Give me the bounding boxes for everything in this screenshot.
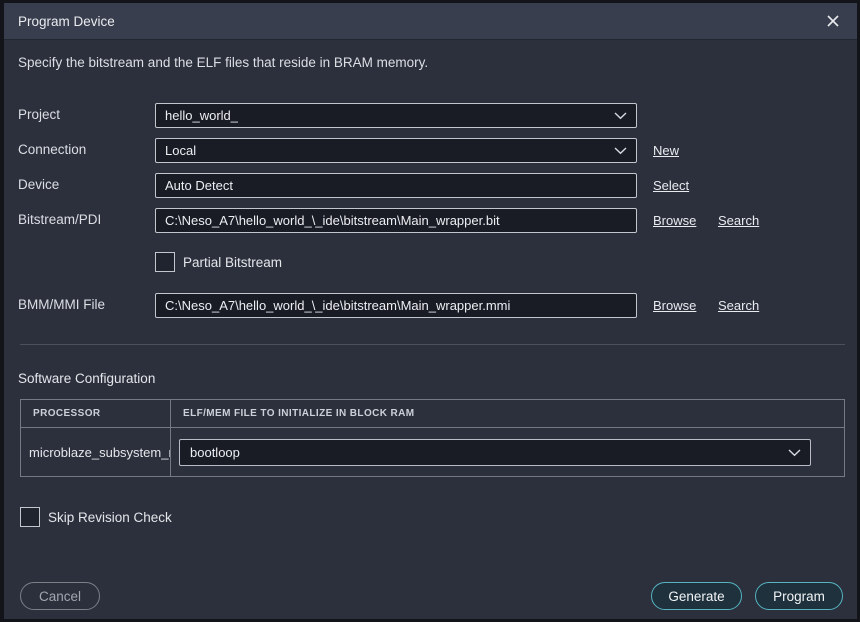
program-device-dialog-screen: Program Device Specify the bitstream and… (0, 0, 860, 622)
chevron-down-icon (614, 147, 627, 155)
connection-value: Local (165, 143, 196, 158)
table-header-row: PROCESSOR ELF/MEM FILE TO INITIALIZE IN … (21, 400, 845, 428)
device-label: Device (18, 177, 59, 192)
close-icon (827, 15, 839, 27)
bitstream-label: Bitstream/PDI (18, 212, 101, 227)
dialog-description: Specify the bitstream and the ELF files … (18, 55, 428, 70)
software-configuration-title: Software Configuration (18, 371, 155, 386)
skip-revision-check-checkbox[interactable] (20, 507, 40, 527)
bmm-search-link[interactable]: Search (718, 298, 759, 313)
partial-bitstream-label: Partial Bitstream (183, 255, 282, 270)
bitstream-browse-link[interactable]: Browse (653, 213, 696, 228)
partial-bitstream-checkbox[interactable] (155, 252, 175, 272)
bitstream-input[interactable] (155, 208, 637, 233)
elf-file-column-header: ELF/MEM FILE TO INITIALIZE IN BLOCK RAM (171, 400, 845, 428)
connection-label: Connection (18, 142, 86, 157)
software-configuration-table: PROCESSOR ELF/MEM FILE TO INITIALIZE IN … (20, 399, 845, 477)
section-divider (20, 344, 845, 345)
program-device-dialog: Program Device Specify the bitstream and… (4, 3, 857, 619)
dialog-titlebar: Program Device (4, 3, 857, 40)
bmm-input[interactable] (155, 293, 637, 318)
device-select-link[interactable]: Select (653, 178, 689, 193)
project-value: hello_world_ (165, 108, 238, 123)
elf-file-value: bootloop (190, 445, 240, 460)
device-input[interactable] (155, 173, 637, 198)
bitstream-search-link[interactable]: Search (718, 213, 759, 228)
elf-file-dropdown[interactable]: bootloop (179, 439, 811, 466)
generate-button[interactable]: Generate (651, 582, 742, 610)
connection-new-link[interactable]: New (653, 143, 679, 158)
processor-cell: microblaze_subsystem_mi (21, 428, 171, 477)
bmm-browse-link[interactable]: Browse (653, 298, 696, 313)
dialog-title: Program Device (18, 14, 115, 29)
cancel-button[interactable]: Cancel (20, 582, 100, 610)
elf-file-cell: bootloop (171, 428, 845, 477)
table-row: microblaze_subsystem_mi bootloop (21, 428, 845, 477)
chevron-down-icon (788, 449, 801, 457)
program-button[interactable]: Program (755, 582, 843, 610)
chevron-down-icon (614, 112, 627, 120)
project-label: Project (18, 107, 60, 122)
project-dropdown[interactable]: hello_world_ (155, 103, 637, 128)
processor-column-header: PROCESSOR (21, 400, 171, 428)
skip-revision-check-label: Skip Revision Check (48, 510, 172, 525)
close-button[interactable] (825, 13, 841, 29)
bmm-label: BMM/MMI File (18, 297, 105, 312)
connection-dropdown[interactable]: Local (155, 138, 637, 163)
